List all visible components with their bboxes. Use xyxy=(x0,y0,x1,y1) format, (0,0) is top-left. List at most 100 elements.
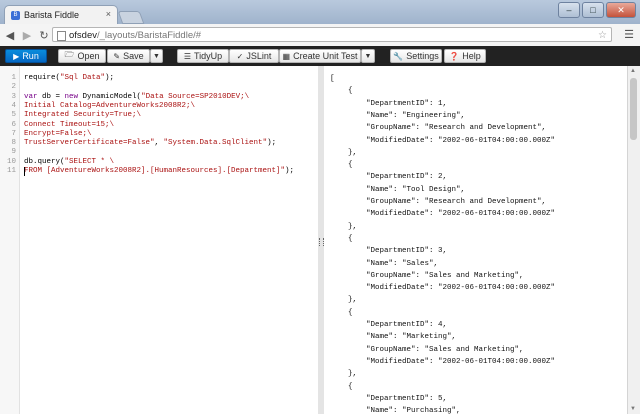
code-line[interactable]: 6 Connect Timeout=15;\ xyxy=(0,120,114,130)
code-text: Integrated Security=True;\ xyxy=(24,111,141,120)
code-text: require("Sql Data"); xyxy=(24,74,114,83)
code-line[interactable]: 4 Initial Catalog=AdventureWorks2008R2;\ xyxy=(0,101,195,111)
url-path: /_layouts/BaristaFiddle/# xyxy=(97,30,202,41)
open-label: Open xyxy=(77,51,100,61)
star-icon[interactable]: ☆ xyxy=(598,28,607,43)
line-number: 4 xyxy=(11,101,16,110)
result-line: { xyxy=(330,161,353,170)
play-icon: ▶ xyxy=(13,51,20,61)
code-token: db.query( xyxy=(24,157,65,166)
tidyup-button[interactable]: ☰ TidyUp xyxy=(177,49,229,63)
string-token: "Data Source=SP2010DEV;\ xyxy=(141,92,250,101)
result-line: }, xyxy=(330,296,358,305)
settings-button[interactable]: 🔧 Settings xyxy=(390,49,442,63)
url-host: ofsdev xyxy=(69,30,97,41)
code-text: Connect Timeout=15;\ xyxy=(24,121,114,130)
create-unit-test-label: Create Unit Test xyxy=(293,51,358,61)
close-window-button[interactable]: ✕ xyxy=(606,2,636,18)
jslint-label: JSLint xyxy=(246,51,272,61)
code-line[interactable]: 1 require("Sql Data"); xyxy=(0,74,114,83)
result-line: "ModifiedDate": "2002-06-01T04:00:00.000… xyxy=(330,210,556,219)
wrench-icon: 🔧 xyxy=(393,51,404,61)
create-unit-test-button[interactable]: ▦ Create Unit Test xyxy=(279,49,361,63)
jslint-button[interactable]: ✓ JSLint xyxy=(229,49,279,63)
line-number: 2 xyxy=(11,83,16,92)
help-button[interactable]: ❓ Help xyxy=(444,49,486,63)
hamburger-menu-icon[interactable]: ☰ xyxy=(624,28,634,41)
save-button[interactable]: ✎ Save xyxy=(107,49,150,63)
result-line: "GroupName": "Sales and Marketing", xyxy=(330,271,524,280)
folder-icon: 🗁 xyxy=(64,50,75,59)
result-line: "Name": "Purchasing", xyxy=(330,407,461,414)
code-line[interactable]: 8 TrustServerCertificate=False", "System.… xyxy=(0,139,276,148)
code-text: Initial Catalog=AdventureWorks2008R2;\ xyxy=(24,102,195,111)
result-line: "DepartmentID": 4, xyxy=(330,321,448,329)
result-line: "Name": "Tool Design", xyxy=(330,185,466,194)
code-line[interactable]: 5 Integrated Security=True;\ xyxy=(0,111,141,120)
string-token: Connect Timeout=15;\ xyxy=(24,120,115,129)
tab-title: Barista Fiddle xyxy=(24,10,80,20)
result-line: "DepartmentID": 5, xyxy=(330,394,448,403)
result-line: "ModifiedDate": "2002-06-01T04:00:00.000… xyxy=(330,357,556,366)
line-number: 3 xyxy=(11,92,16,101)
run-button[interactable]: ▶ Run xyxy=(5,49,47,63)
new-tab-button[interactable] xyxy=(117,11,145,24)
code-editor[interactable]: 1 require("Sql Data"); 2 3 var db = new Dyna… xyxy=(0,66,319,414)
favicon-icon: B xyxy=(11,10,20,20)
caret-down-icon: ▼ xyxy=(364,52,372,60)
test-icon: ▦ xyxy=(282,51,291,61)
result-line: }, xyxy=(330,148,358,157)
code-line[interactable]: 10 db.query("SELECT * \ xyxy=(0,157,114,167)
line-number: 6 xyxy=(11,120,16,129)
result-scrollbar[interactable]: ▲ ▼ xyxy=(627,66,640,414)
string-token: Integrated Security=True;\ xyxy=(24,111,142,120)
result-line: "DepartmentID": 1, xyxy=(330,99,448,108)
edit-icon: ✎ xyxy=(113,51,121,61)
result-line: { xyxy=(330,382,353,391)
result-line: "DepartmentID": 2, xyxy=(330,173,448,182)
unit-test-dropdown-button[interactable]: ▼ xyxy=(361,49,375,63)
open-button[interactable]: 🗁 Open xyxy=(58,49,106,63)
tab-close-icon[interactable]: × xyxy=(106,9,111,19)
line-number: 8 xyxy=(11,139,16,148)
result-line: { xyxy=(330,308,353,317)
result-line: "Name": "Engineering", xyxy=(330,111,466,120)
line-number: 7 xyxy=(11,129,16,138)
check-icon: ✓ xyxy=(236,51,244,61)
result-line: [ xyxy=(330,75,335,83)
help-label: Help xyxy=(462,51,481,61)
result-pane[interactable]: [ { "DepartmentID": 1, "Name": "Engineer… xyxy=(324,66,628,414)
line-number: 9 xyxy=(11,148,16,157)
address-bar[interactable]: ofsdev/_layouts/BaristaFiddle/# ☆ xyxy=(52,27,612,42)
code-token: ); xyxy=(267,139,277,148)
code-line[interactable]: 9 xyxy=(0,148,16,157)
result-line: "Name": "Sales", xyxy=(330,259,439,268)
code-line[interactable]: 2 xyxy=(0,83,16,92)
line-number: 1 xyxy=(11,74,16,82)
minimize-button[interactable]: – xyxy=(558,2,580,18)
string-token: "SELECT * \ xyxy=(64,157,115,166)
page-icon xyxy=(57,31,66,41)
line-number: 10 xyxy=(6,157,16,166)
maximize-button[interactable]: □ xyxy=(582,2,604,18)
result-line: "GroupName": "Research and Development", xyxy=(330,124,547,133)
arrow-left-icon[interactable]: ◀ xyxy=(3,29,17,42)
code-text: Encrypt=False;\ xyxy=(24,130,92,139)
text-cursor xyxy=(24,167,25,176)
code-line[interactable]: 7 Encrypt=False;\ xyxy=(0,129,91,139)
reload-icon[interactable]: ↻ xyxy=(37,29,51,42)
scroll-down-icon[interactable]: ▼ xyxy=(630,406,636,412)
browser-tab[interactable]: B Barista Fiddle × xyxy=(4,5,118,24)
code-line[interactable]: 11 FROM [AdventureWorks2008R2].[HumanReso… xyxy=(0,167,294,176)
result-line: "DepartmentID": 3, xyxy=(330,247,448,256)
result-line: { xyxy=(330,87,353,96)
save-dropdown-button[interactable]: ▼ xyxy=(150,49,163,63)
scrollbar-thumb[interactable] xyxy=(630,78,637,140)
scroll-up-icon[interactable]: ▲ xyxy=(630,68,636,74)
code-text: db.query("SELECT * \ xyxy=(24,158,114,167)
string-token: Initial Catalog=AdventureWorks2008R2;\ xyxy=(24,101,196,110)
code-line[interactable]: 3 var db = new DynamicModel("Data Source=… xyxy=(0,92,249,102)
run-label: Run xyxy=(22,51,39,61)
result-line: }, xyxy=(330,222,358,231)
arrow-right-icon[interactable]: ▶ xyxy=(20,29,34,42)
